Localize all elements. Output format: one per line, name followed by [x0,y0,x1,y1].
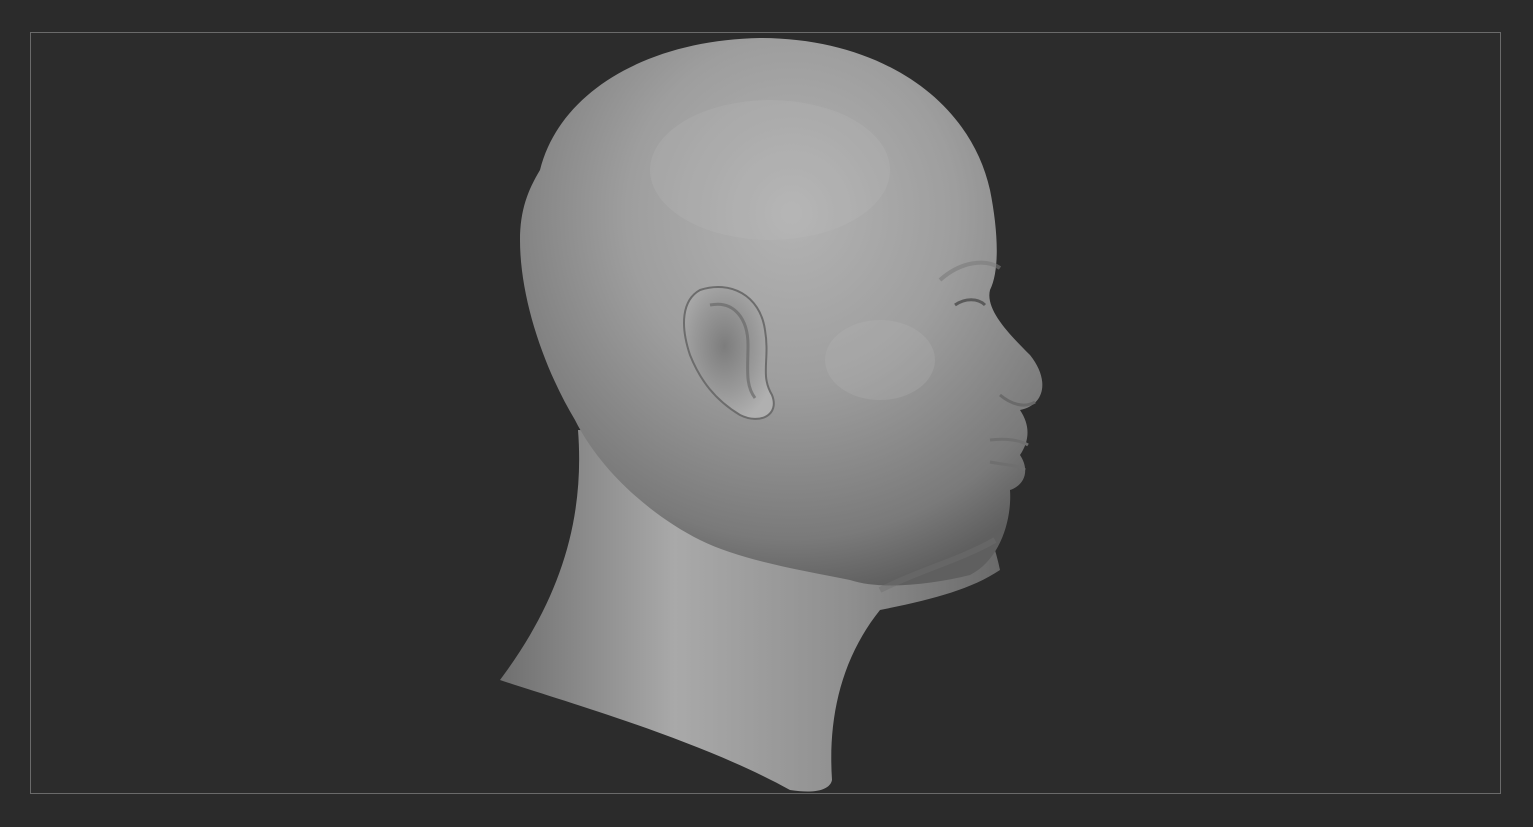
canvas-area[interactable] [0,0,1533,827]
sculpt-model[interactable] [0,0,1533,827]
